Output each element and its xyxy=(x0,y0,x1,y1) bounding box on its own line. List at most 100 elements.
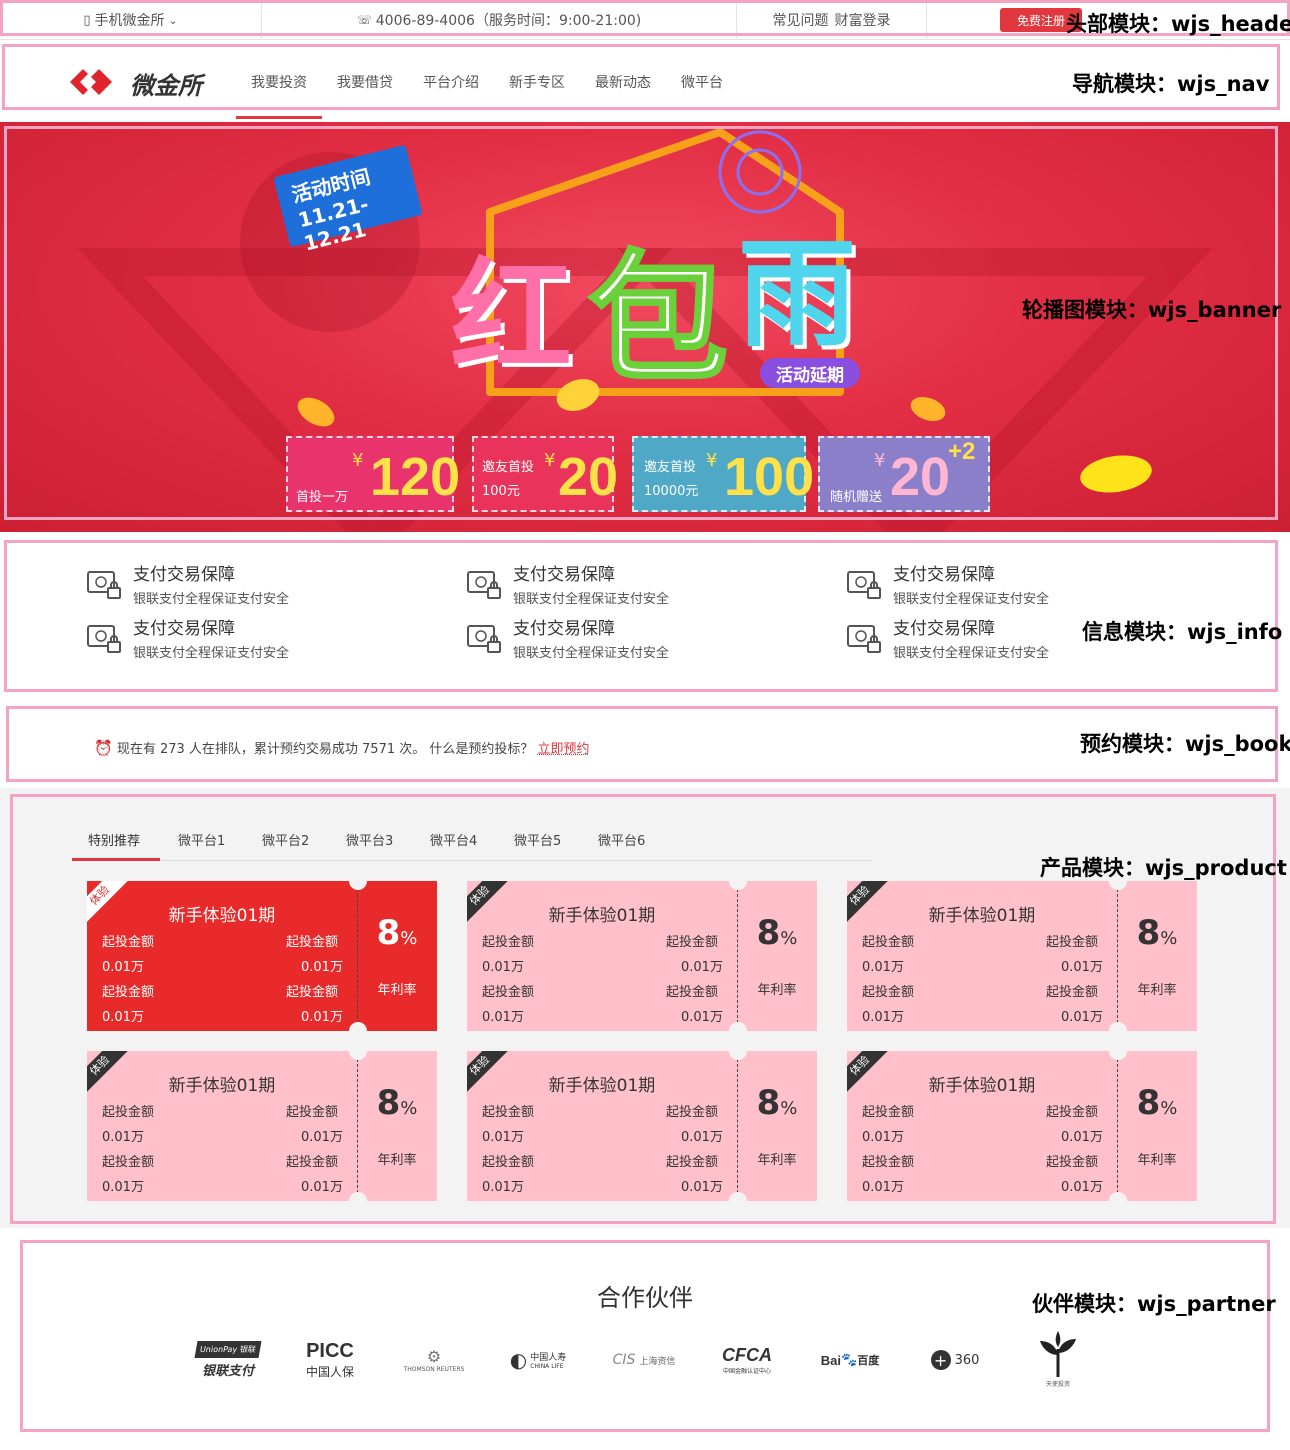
nav-item-weplatform[interactable]: 微平台 xyxy=(681,72,723,92)
baidu-logo[interactable]: Bai 🐾 百度 xyxy=(818,1330,882,1390)
min-invest-value: 0.01万 xyxy=(482,1126,524,1145)
card-notch xyxy=(729,1051,747,1060)
nav-item-invest[interactable]: 我要投资 xyxy=(251,72,307,92)
min-invest-value: 0.01万 xyxy=(102,1126,144,1145)
unionpay-logo[interactable]: UnionPay 银联 银联支付 xyxy=(196,1330,260,1390)
card-notch xyxy=(349,1192,367,1201)
product-card[interactable]: 体验 新手体验01期 起投金额 起投金额 0.01万 0.01万 起投金额 起投金额 0.01万… xyxy=(847,1051,1197,1201)
thomson-reuters-logo[interactable]: ⚙ THOMSON REUTERS xyxy=(398,1330,470,1390)
min-invest-label: 起投金额 xyxy=(482,931,534,950)
min-invest-value: 0.01万 xyxy=(681,1176,723,1195)
book-text-line: ⏰ 现在有 273 人在排队，累计预约交易成功 7571 次。 什么是预约投标？… xyxy=(94,738,590,757)
min-invest-value: 0.01万 xyxy=(681,956,723,975)
min-invest-value: 0.01万 xyxy=(862,1006,904,1025)
min-invest-label: 起投金额 xyxy=(286,1101,338,1120)
brand-logo[interactable]: 微金所 xyxy=(70,64,122,104)
annual-rate-label: 年利率 xyxy=(357,1149,437,1168)
nav-item-about[interactable]: 平台介绍 xyxy=(423,72,479,92)
nav-item-news[interactable]: 最新动态 xyxy=(595,72,651,92)
card-notch xyxy=(1109,881,1127,890)
annual-rate-label: 年利率 xyxy=(1117,979,1197,998)
min-invest-label: 起投金额 xyxy=(666,1101,718,1120)
banner-title-char-1: 红 xyxy=(450,218,572,395)
tab-platform-5[interactable]: 微平台5 xyxy=(514,830,561,849)
min-invest-label: 起投金额 xyxy=(482,981,534,1000)
coupon-2-label-top: 邀友首投 xyxy=(482,456,534,475)
book-queue-text: 现在有 273 人在排队，累计预约交易成功 7571 次。 什么是预约投标？ xyxy=(117,742,534,757)
annual-rate-value: 8% xyxy=(357,1083,437,1123)
min-invest-value: 0.01万 xyxy=(862,1176,904,1195)
tab-active-indicator xyxy=(72,858,160,861)
brand-name: 微金所 xyxy=(130,66,202,101)
360-logo[interactable]: + 360 xyxy=(922,1330,988,1390)
coupon-2-label-bottom: 100元 xyxy=(482,480,520,499)
shanghai-credit-logo[interactable]: CIS 上海资信 xyxy=(608,1330,680,1390)
coupon-2-yen: ¥ xyxy=(544,450,555,471)
product-annotation: 产品模块：wjs_product xyxy=(1040,852,1287,882)
product-card[interactable]: 体验 新手体验01期 起投金额 起投金额 0.01万 0.01万 起投金额 起投金额 0.01万… xyxy=(87,1051,437,1201)
min-invest-label: 起投金额 xyxy=(286,1151,338,1170)
coupon-3: 邀友首投 10000元 ¥ 100 xyxy=(632,436,806,512)
min-invest-value: 0.01万 xyxy=(102,1176,144,1195)
headset-icon: ☏ xyxy=(357,13,372,27)
tab-platform-1[interactable]: 微平台1 xyxy=(178,830,225,849)
wjs-banner[interactable]: 活动时间 11.21-12.21 红 包 雨 活动延期 首投一万 ¥ 120 邀… xyxy=(0,122,1290,532)
coupon-1: 首投一万 ¥ 120 xyxy=(286,436,454,512)
card-dashed-divider xyxy=(357,1059,358,1193)
card-notch xyxy=(349,1051,367,1060)
info-desc: 银联支付全程保证支付安全 xyxy=(893,642,1049,661)
header-links: 常见问题 财富登录 xyxy=(737,0,927,40)
login-link[interactable]: 财富登录 xyxy=(835,10,891,30)
product-card[interactable]: 体验 新手体验01期 起投金额 起投金额 0.01万 0.01万 起投金额 起投金额 0.01万… xyxy=(847,881,1197,1031)
faq-link[interactable]: 常见问题 xyxy=(773,10,829,30)
annual-rate-value: 8% xyxy=(1117,1083,1197,1123)
min-invest-label: 起投金额 xyxy=(1046,1151,1098,1170)
coupon-1-label: 首投一万 xyxy=(296,486,348,505)
tab-featured[interactable]: 特别推荐 xyxy=(88,830,140,849)
min-invest-value: 0.01万 xyxy=(301,1176,343,1195)
banner-title-char-2: 包 xyxy=(588,206,728,408)
info-desc: 银联支付全程保证支付安全 xyxy=(133,642,289,661)
safe-payment-icon xyxy=(86,566,122,602)
info-title: 支付交易保障 xyxy=(133,560,235,585)
info-item: 支付交易保障 银联支付全程保证支付安全 xyxy=(86,614,386,664)
picc-logo[interactable]: PICC 中国人保 xyxy=(298,1330,362,1390)
coupon-4-amount: 20 xyxy=(890,446,950,508)
info-item: 支付交易保障 银联支付全程保证支付安全 xyxy=(466,560,766,610)
product-card[interactable]: 体验 新手体验01期 起投金额 起投金额 0.01万 0.01万 起投金额 起投金额 0.01万… xyxy=(467,1051,817,1201)
annual-rate-label: 年利率 xyxy=(357,979,437,998)
product-title: 新手体验01期 xyxy=(87,901,357,926)
coupon-4: 随机赠送 ¥ 20 +2 xyxy=(818,436,990,512)
banner-annotation: 轮播图模块：wjs_banner xyxy=(1022,294,1281,324)
cfca-logo[interactable]: CFCA 中国金融认证中心 xyxy=(712,1330,782,1390)
coupon-1-amount: 120 xyxy=(370,446,460,508)
min-invest-value: 0.01万 xyxy=(681,1006,723,1025)
min-invest-value: 0.01万 xyxy=(301,1006,343,1025)
tab-platform-3[interactable]: 微平台3 xyxy=(346,830,393,849)
nav-item-borrow[interactable]: 我要借贷 xyxy=(337,72,393,92)
product-card[interactable]: 体验 新手体验01期 起投金额 起投金额 0.01万 0.01万 起投金额 起投金额 0.01万… xyxy=(87,881,437,1031)
china-life-logo[interactable]: ◐ 中国人寿 CHINA LIFE xyxy=(504,1330,572,1390)
tab-platform-2[interactable]: 微平台2 xyxy=(262,830,309,849)
tab-platform-4[interactable]: 微平台4 xyxy=(430,830,477,849)
product-title: 新手体验01期 xyxy=(467,901,737,926)
card-dashed-divider xyxy=(1117,889,1118,1023)
mobile-app-link[interactable]: ▯ 手机微金所 ⌄ xyxy=(0,0,262,40)
product-card[interactable]: 体验 新手体验01期 起投金额 起投金额 0.01万 0.01万 起投金额 起投金额 0.01万… xyxy=(467,881,817,1031)
info-desc: 银联支付全程保证支付安全 xyxy=(513,642,669,661)
info-item: 支付交易保障 银联支付全程保证支付安全 xyxy=(466,614,766,664)
min-invest-label: 起投金额 xyxy=(482,1151,534,1170)
min-invest-value: 0.01万 xyxy=(102,956,144,975)
card-notch xyxy=(1109,1022,1127,1031)
tab-platform-6[interactable]: 微平台6 xyxy=(598,830,645,849)
info-item: 支付交易保障 银联支付全程保证支付安全 xyxy=(846,560,1146,610)
annual-rate-label: 年利率 xyxy=(1117,1149,1197,1168)
info-item: 支付交易保障 银联支付全程保证支付安全 xyxy=(86,560,386,610)
nav-item-newbie[interactable]: 新手专区 xyxy=(509,72,565,92)
angel-investment-logo[interactable]: 天使投资 xyxy=(1030,1326,1086,1392)
book-now-link[interactable]: 立即预约 xyxy=(538,742,590,757)
card-notch xyxy=(1109,1051,1127,1060)
diamond-logo-icon xyxy=(70,64,122,100)
min-invest-label: 起投金额 xyxy=(482,1101,534,1120)
min-invest-value: 0.01万 xyxy=(482,956,524,975)
